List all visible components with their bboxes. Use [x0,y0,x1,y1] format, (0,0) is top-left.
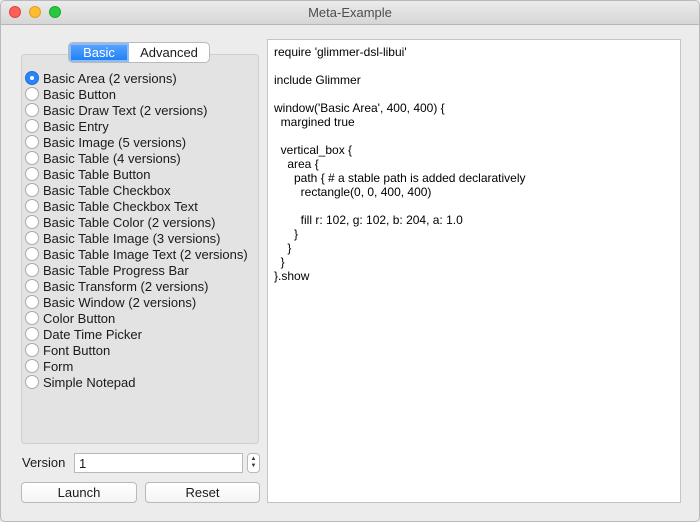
radio-button-icon[interactable] [25,295,39,309]
radio-button-icon[interactable] [25,247,39,261]
example-radio-label: Basic Table Button [43,166,151,182]
example-radio-label: Form [43,358,74,374]
stepper-up-icon[interactable]: ▲ [251,456,257,463]
radio-button-icon[interactable] [25,327,39,341]
example-radio-item[interactable]: Basic Table Checkbox [25,182,248,198]
example-radio-label: Basic Area (2 versions) [43,70,177,86]
radio-button-icon[interactable] [25,87,39,101]
example-radio-item[interactable]: Basic Table Checkbox Text [25,198,248,214]
window-title: Meta-Example [308,5,392,20]
example-radio-label: Basic Button [43,86,116,102]
radio-button-icon[interactable] [25,167,39,181]
version-stepper[interactable]: ▲ ▼ [247,453,260,473]
example-radio-item[interactable]: Form [25,358,248,374]
example-radio-item[interactable]: Basic Table Image (3 versions) [25,230,248,246]
example-radio-label: Basic Table Image Text (2 versions) [43,246,248,262]
radio-button-icon[interactable] [25,263,39,277]
example-radio-label: Basic Draw Text (2 versions) [43,102,208,118]
example-radio-label: Basic Table Progress Bar [43,262,189,278]
radio-button-icon[interactable] [25,135,39,149]
example-radio-label: Basic Table Checkbox [43,182,171,198]
example-radio-item[interactable]: Basic Table Button [25,166,248,182]
example-radio-item[interactable]: Basic Table Color (2 versions) [25,214,248,230]
example-radio-item[interactable]: Font Button [25,342,248,358]
example-radio-item[interactable]: Basic Table Progress Bar [25,262,248,278]
example-radio-label: Simple Notepad [43,374,136,390]
example-radio-item[interactable]: Basic Transform (2 versions) [25,278,248,294]
example-radio-label: Color Button [43,310,116,326]
example-radio-item[interactable]: Simple Notepad [25,374,248,390]
example-radio-label: Font Button [43,342,111,358]
radio-button-icon[interactable] [25,183,39,197]
example-radio-item[interactable]: Basic Window (2 versions) [25,294,248,310]
example-radio-label: Basic Transform (2 versions) [43,278,209,294]
example-radio-item[interactable]: Basic Draw Text (2 versions) [25,102,248,118]
example-radio-item[interactable]: Basic Table Image Text (2 versions) [25,246,248,262]
radio-button-icon[interactable] [25,375,39,389]
example-radio-label: Basic Table Checkbox Text [43,198,198,214]
example-radio-item[interactable]: Basic Area (2 versions) [25,70,248,86]
radio-button-icon[interactable] [25,343,39,357]
example-radio-item[interactable]: Basic Image (5 versions) [25,134,248,150]
radio-button-icon[interactable] [25,103,39,117]
example-radio-label: Basic Table Color (2 versions) [43,214,216,230]
title-bar: Meta-Example [1,1,699,25]
radio-button-icon[interactable] [25,359,39,373]
tab-advanced[interactable]: Advanced [129,43,209,62]
radio-button-icon[interactable] [25,279,39,293]
version-label: Version [22,455,66,470]
examples-radio-list: Basic Area (2 versions) Basic Button Basic… [25,70,248,390]
stepper-down-icon[interactable]: ▼ [251,463,257,470]
example-radio-item[interactable]: Date Time Picker [25,326,248,342]
radio-button-icon[interactable] [25,119,39,133]
code-text-area[interactable]: require 'glimmer-dsl-libui' include Glim… [267,39,681,503]
version-input[interactable] [74,453,243,473]
radio-button-icon[interactable] [25,231,39,245]
example-radio-label: Basic Table (4 versions) [43,150,181,166]
radio-button-icon[interactable] [25,71,39,85]
radio-button-icon[interactable] [25,215,39,229]
radio-button-icon[interactable] [25,151,39,165]
launch-button[interactable]: Launch [21,482,137,503]
example-radio-label: Basic Table Image (3 versions) [43,230,221,246]
example-radio-item[interactable]: Color Button [25,310,248,326]
example-radio-label: Basic Image (5 versions) [43,134,187,150]
radio-button-icon[interactable] [25,199,39,213]
example-radio-item[interactable]: Basic Entry [25,118,248,134]
radio-button-icon[interactable] [25,311,39,325]
reset-button[interactable]: Reset [145,482,260,503]
example-radio-label: Basic Entry [43,118,109,134]
category-tabs: Basic Advanced [68,42,210,63]
example-radio-item[interactable]: Basic Table (4 versions) [25,150,248,166]
example-radio-label: Date Time Picker [43,326,142,342]
tab-basic[interactable]: Basic [69,43,129,62]
example-radio-label: Basic Window (2 versions) [43,294,197,310]
example-radio-item[interactable]: Basic Button [25,86,248,102]
main-window: Meta-Example Basic Advanced Basic Area (… [0,0,700,522]
